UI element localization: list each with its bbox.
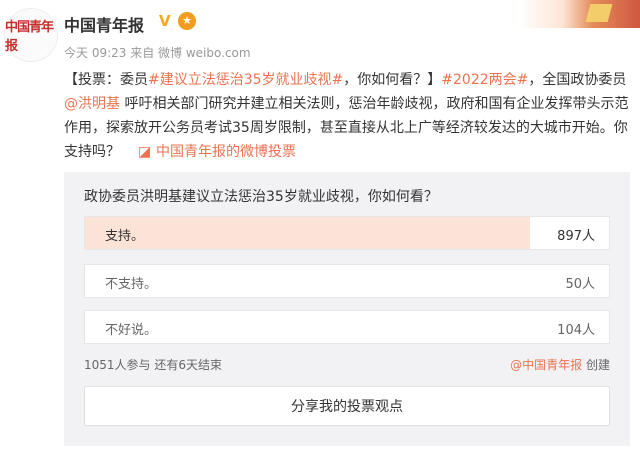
poll-option-label: 支持。	[105, 229, 145, 244]
post-prefix: 【投票：委员	[64, 72, 148, 88]
avatar[interactable]: 中国青年报	[4, 8, 58, 62]
share-vote-button[interactable]: 分享我的投票观点	[84, 386, 610, 426]
poll-option-count: 897人	[557, 229, 595, 244]
poll-card: 政协委员洪明基建议立法惩治35岁就业歧视，你如何看？ 支持。 897人 不支持。…	[64, 172, 630, 446]
poll-option-fill	[85, 217, 531, 249]
account-name[interactable]: 中国青年报	[64, 12, 144, 36]
topic-link-35-age[interactable]: #建议立法惩治35岁就业歧视#	[148, 72, 343, 88]
poll-question: 政协委员洪明基建议立法惩治35岁就业歧视，你如何看？	[84, 189, 438, 205]
vote-link-label: 中国青年报的微博投票	[156, 144, 296, 160]
banner-mark-icon	[585, 4, 613, 22]
poll-option-count: 104人	[557, 323, 595, 338]
header-banner-decoration	[520, 0, 640, 28]
poll-option-count: 50人	[565, 277, 595, 292]
topic-link-two-sessions[interactable]: #2022两会#	[441, 72, 528, 88]
poll-option-oppose[interactable]: 不支持。 50人	[84, 264, 610, 298]
post-time[interactable]: 今天 09:23	[64, 46, 126, 60]
post-source: 来自 微博 weibo.com	[130, 46, 251, 60]
post-header: 中国青年报 中国青年报 V ★ 今天 09:23 来自 微博 weibo.com	[0, 0, 640, 66]
poll-creator: @中国青年报 创建	[510, 356, 610, 373]
poll-summary: 1051人参与 还有6天结束	[84, 358, 222, 372]
creator-link[interactable]: @中国青年报	[510, 358, 582, 372]
poll-option-label: 不支持。	[105, 277, 158, 292]
post-mid-2: ，全国政协委员	[528, 72, 627, 88]
poll-option-unsure[interactable]: 不好说。 104人	[84, 310, 610, 344]
creator-suffix: 创建	[585, 358, 610, 372]
medal-icon: ★	[178, 12, 196, 30]
poll-option-label: 不好说。	[105, 323, 158, 338]
poll-option-support[interactable]: 支持。 897人	[84, 216, 610, 250]
vote-link[interactable]: ◪ 中国青年报的微博投票	[138, 144, 296, 160]
verified-v-icon: V	[159, 12, 171, 30]
avatar-logo-text: 中国青年报	[5, 20, 54, 54]
post-text: 【投票：委员#建议立法惩治35岁就业歧视#，你如何看？】#2022两会#，全国政…	[64, 68, 630, 164]
post-mid-1: ，你如何看？】	[343, 72, 442, 88]
poll-icon: ◪	[138, 144, 152, 160]
post-meta: 今天 09:23 来自 微博 weibo.com	[64, 44, 251, 61]
mention-link[interactable]: @洪明基	[64, 96, 120, 112]
